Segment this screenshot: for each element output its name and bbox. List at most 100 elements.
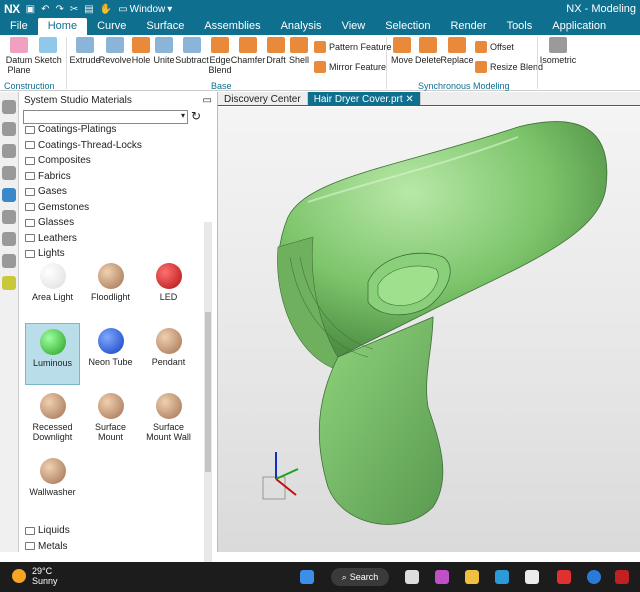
tab-file[interactable]: File [0, 18, 38, 35]
edge-icon[interactable] [495, 570, 509, 584]
tab-view[interactable]: View [332, 18, 376, 35]
weather-widget[interactable]: 29°C Sunny [12, 566, 58, 586]
tab-analysis[interactable]: Analysis [271, 18, 332, 35]
material-tile-selected[interactable]: Luminous [25, 323, 80, 385]
tab-hair-dryer-cover[interactable]: Hair Dryer Cover.prt ✕ [307, 92, 421, 105]
folder-item[interactable]: Leathers [19, 231, 204, 247]
antivirus-icon[interactable] [615, 570, 629, 584]
app-title: NX - Modeling [566, 3, 636, 15]
folder-icon [25, 218, 35, 227]
replace-button[interactable]: Replace [440, 37, 474, 65]
folder-item[interactable]: Fabrics [19, 169, 204, 185]
panel-scrollbar[interactable] [204, 222, 212, 562]
save-icon[interactable]: ▣ [26, 4, 35, 15]
offset-button[interactable]: Offset [475, 41, 514, 53]
tab-label: Hair Dryer Cover.prt [313, 94, 403, 105]
material-tile[interactable]: Area Light [25, 258, 80, 320]
hole-button[interactable]: Hole [130, 37, 152, 65]
folder-item[interactable]: Liquids [19, 523, 204, 539]
offset-label: Offset [490, 42, 514, 52]
pattern-feature-button[interactable]: Pattern Feature [314, 41, 392, 53]
material-tile[interactable]: Wallwasher [25, 453, 80, 515]
window-dropdown[interactable]: ▭ Window ▾ [118, 4, 172, 15]
chamfer-button[interactable]: Chamfer [231, 37, 265, 65]
tab-discovery-center[interactable]: Discovery Center [218, 92, 308, 105]
tab-surface[interactable]: Surface [136, 18, 194, 35]
start-icon[interactable] [300, 570, 314, 584]
revolve-button[interactable]: Revolve [99, 37, 131, 65]
scrollbar-thumb[interactable] [205, 312, 211, 472]
folder-item[interactable]: Composites [19, 153, 204, 169]
roles-icon[interactable] [2, 254, 16, 268]
isometric-button[interactable]: Isometric [539, 37, 577, 65]
folder-item[interactable]: Gemstones [19, 200, 204, 216]
sketch-button[interactable]: Sketch [34, 37, 62, 65]
help-icon[interactable] [587, 570, 601, 584]
mirror-feature-icon [314, 61, 326, 73]
tab-render[interactable]: Render [440, 18, 496, 35]
pendant-swatch [155, 328, 182, 354]
delete-button[interactable]: Delete [414, 37, 442, 65]
material-tile[interactable]: LED [141, 258, 196, 320]
tab-selection[interactable]: Selection [375, 18, 440, 35]
folder-icon [25, 203, 35, 212]
refresh-icon[interactable]: ↻ [191, 109, 201, 123]
maximize-icon[interactable]: ▭ [203, 95, 212, 106]
resource-bar [0, 92, 19, 552]
folder-item[interactable]: Coatings-Thread-Locks [19, 138, 204, 154]
window-icon: ▭ [118, 3, 128, 15]
store-icon[interactable] [525, 570, 539, 584]
folder-item[interactable]: Coatings-Platings [19, 122, 204, 138]
tab-assemblies[interactable]: Assemblies [194, 18, 270, 35]
paste-icon[interactable]: ▤ [84, 4, 93, 15]
move-button[interactable]: Move [390, 37, 414, 65]
taskbar-search[interactable]: ⌕ Search [331, 568, 389, 586]
tab-curve[interactable]: Curve [87, 18, 136, 35]
material-tile[interactable]: Neon Tube [83, 323, 138, 385]
material-tile[interactable]: Surface Mount [83, 388, 138, 450]
folder-label: Fabrics [38, 170, 71, 182]
nx-app-icon[interactable] [557, 570, 571, 584]
isometric-label: Isometric [539, 55, 577, 65]
folder-item[interactable]: Gases [19, 184, 204, 200]
constraint-navigator-icon[interactable] [2, 144, 16, 158]
tab-application[interactable]: Application [542, 18, 616, 35]
draft-button[interactable]: Draft [264, 37, 288, 65]
material-tile[interactable]: Recessed Downlight [25, 388, 80, 450]
touch-icon[interactable]: ✋ [100, 4, 112, 15]
history-icon[interactable] [2, 210, 16, 224]
web-browser-icon[interactable] [2, 188, 16, 202]
unite-button[interactable]: Unite [152, 37, 176, 65]
folder-item[interactable]: Metals [19, 539, 204, 555]
folder-label: Leathers [38, 232, 77, 244]
tab-home[interactable]: Home [37, 18, 88, 35]
extrude-button[interactable]: Extrude [69, 37, 101, 65]
cut-icon[interactable]: ✂ [70, 4, 78, 15]
material-tile[interactable]: Pendant [141, 323, 196, 385]
assembly-navigator-icon[interactable] [2, 122, 16, 136]
folder-item[interactable]: Glasses [19, 215, 204, 231]
undo-icon[interactable]: ↶ [41, 4, 49, 15]
copilot-icon[interactable] [435, 570, 449, 584]
group-divider [66, 37, 67, 89]
file-explorer-icon[interactable] [465, 570, 479, 584]
redo-icon[interactable]: ↷ [56, 4, 64, 15]
system-materials-icon[interactable] [2, 276, 16, 290]
shell-label: Shell [288, 55, 309, 65]
subtract-button[interactable]: Subtract [175, 37, 209, 65]
tab-tools[interactable]: Tools [497, 18, 543, 35]
edge-blend-button[interactable]: Edge Blend [208, 37, 232, 75]
material-tile[interactable]: Floodlight [83, 258, 138, 320]
shell-button[interactable]: Shell [288, 37, 310, 65]
task-view-icon[interactable] [405, 570, 419, 584]
mirror-feature-button[interactable]: Mirror Feature [314, 61, 386, 73]
folder-label: Liquids [38, 525, 70, 537]
material-tile[interactable]: Surface Mount Wall [141, 388, 196, 450]
datum-plane-button[interactable]: Datum Plane [4, 37, 34, 75]
part-navigator-icon[interactable] [2, 100, 16, 114]
resize-blend-button[interactable]: Resize Blend [475, 61, 543, 73]
process-studio-icon[interactable] [2, 232, 16, 246]
reuse-library-icon[interactable] [2, 166, 16, 180]
close-icon[interactable]: ✕ [405, 94, 413, 105]
graphics-viewport[interactable] [218, 107, 640, 552]
